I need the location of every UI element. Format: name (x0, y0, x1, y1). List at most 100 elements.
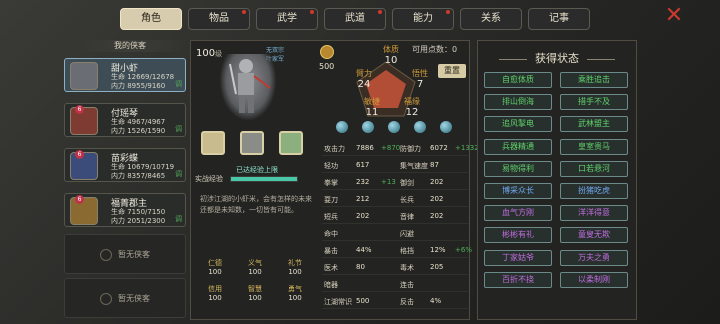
stat-value: 205 (430, 263, 444, 271)
stat-row: 耍刀 212 长兵 202 (322, 193, 468, 207)
stat-key: 连击 (400, 281, 414, 289)
status-badge[interactable]: 万夫之勇 (560, 249, 628, 266)
stat-key: 轻功 (324, 162, 338, 170)
stat-key: 防御力 (400, 145, 421, 153)
meridian-orb-icon[interactable] (336, 121, 348, 133)
stat-row: 江湖常识 500 反击 4% (322, 295, 468, 309)
meridian-orb-icon[interactable] (362, 121, 374, 133)
status-badge[interactable]: 皇室贵马 (560, 138, 628, 155)
character-card[interactable]: 甜小虾 生命 12669/12678 内力 8955/9160 调 (64, 58, 186, 92)
tab-items[interactable]: 物品 (188, 8, 250, 30)
stat-bonus: +13 (381, 178, 396, 186)
stat-key: 短兵 (324, 213, 338, 221)
attr-wuxing: 悟性 7 (412, 69, 428, 90)
status-badge[interactable]: 武林盟主 (560, 116, 628, 133)
status-badge[interactable]: 排山倒海 (484, 94, 552, 111)
stat-key: 暗器 (324, 281, 338, 289)
stat-key: 江湖常识 (324, 298, 352, 306)
adjust-button[interactable]: 调 (175, 169, 182, 179)
tab-abilities[interactable]: 能力 (392, 8, 454, 30)
stat-row: 暴击 44% 格挡 12% +6% (322, 244, 472, 258)
stat-row: 命中 闪避 (322, 227, 468, 241)
tab-wudao[interactable]: 武道 (324, 8, 386, 30)
empty-slot[interactable]: 暂无侠客 (64, 234, 186, 274)
status-badge[interactable]: 易物得利 (484, 160, 552, 177)
status-badge[interactable]: 博采众长 (484, 183, 552, 199)
exp-bar-fill (231, 177, 297, 181)
character-portrait (220, 54, 276, 120)
stat-bonus: +1332 (455, 144, 479, 152)
character-card[interactable]: 6 福菁郡主 生命 7150/7150 内力 2051/2300 调 (64, 193, 186, 227)
stat-key: 音律 (400, 213, 414, 221)
adjust-button[interactable]: 调 (175, 214, 182, 224)
virtue-item: 勇气 100 (288, 285, 302, 302)
tab-relations[interactable]: 关系 (460, 8, 522, 30)
attr-minjie: 敏捷 11 (364, 97, 380, 118)
status-badge[interactable]: 百折不挠 (484, 271, 552, 288)
weapon-slot-icon[interactable] (201, 131, 225, 155)
tab-martial-arts[interactable]: 武学 (256, 8, 318, 30)
status-badge[interactable]: 丁家姑爷 (484, 249, 552, 266)
character-mp: 内力 1526/1590 (111, 127, 166, 135)
avatar (70, 197, 98, 225)
tab-character[interactable]: 角色 (120, 8, 182, 30)
stat-key: 闪避 (400, 230, 414, 238)
stat-key: 长兵 (400, 196, 414, 204)
meridian-orb-icon[interactable] (388, 121, 400, 133)
status-badge[interactable]: 口若悬河 (560, 160, 628, 177)
status-badge[interactable]: 自愈体质 (484, 72, 552, 88)
stat-key: 集气速度 (400, 162, 428, 170)
accessory-slot-icon[interactable] (279, 131, 303, 155)
status-badge[interactable]: 乘胜追击 (560, 72, 628, 88)
status-badge[interactable]: 血气方刚 (484, 205, 552, 222)
stat-key: 命中 (324, 230, 338, 238)
virtue-item: 礼节 100 (288, 259, 302, 276)
stat-value: 202 (430, 178, 444, 186)
stat-key: 拳掌 (324, 179, 338, 187)
meridian-orb-icon[interactable] (414, 121, 426, 133)
notification-dot (310, 10, 314, 14)
stat-bonus: +870 (381, 144, 401, 152)
sidebar-title: 我的侠客 (74, 40, 186, 52)
stat-value: 44% (356, 246, 372, 254)
status-badge[interactable]: 扮猪吃虎 (560, 183, 628, 199)
stat-key: 毒术 (400, 264, 414, 272)
avatar (70, 107, 98, 135)
virtue-item: 信用 100 (208, 285, 222, 302)
adjust-button[interactable]: 调 (175, 79, 182, 89)
status-badge[interactable]: 追风掣电 (484, 116, 552, 133)
status-badge[interactable]: 以柔制刚 (560, 271, 628, 288)
attr-biyli: 臂力 24 (356, 69, 372, 90)
character-card[interactable]: 6 付瑶琴 生命 4967/4967 内力 1526/1590 调 (64, 103, 186, 137)
status-badge[interactable]: 童叟无欺 (560, 227, 628, 244)
empty-slot-icon (100, 248, 112, 261)
virtue-item: 仁德 100 (208, 259, 222, 276)
reset-button[interactable]: 重置 (438, 64, 466, 78)
stat-value: 617 (356, 161, 370, 169)
stat-value: 500 (356, 297, 370, 305)
level-badge: 6 (75, 105, 84, 114)
stat-row: 攻击力 7886 +870 防御力 6072 +1332 (322, 142, 479, 156)
status-title: 获得状态 (477, 50, 637, 66)
status-badge[interactable]: 兵器精通 (484, 138, 552, 155)
stat-key: 攻击力 (324, 145, 345, 153)
status-badge[interactable]: 洋洋得意 (560, 205, 628, 222)
exp-bar (230, 176, 298, 182)
tab-journal[interactable]: 记事 (528, 8, 590, 30)
stat-bonus: +6% (455, 246, 472, 254)
stat-value: 6072 (430, 144, 448, 152)
stat-value: 7886 (356, 144, 374, 152)
close-icon[interactable]: ✕ (662, 5, 686, 28)
meridian-orb-icon[interactable] (440, 121, 452, 133)
armor-slot-icon[interactable] (240, 131, 264, 155)
status-badge[interactable]: 彬彬有礼 (484, 227, 552, 244)
notification-dot (242, 10, 246, 14)
stat-value: 232 (356, 178, 370, 186)
stat-value: 80 (356, 263, 365, 271)
tab-bar: 角色 物品 武学 武道 能力 关系 记事 (120, 8, 590, 32)
status-badge[interactable]: 措手不及 (560, 94, 628, 111)
character-card[interactable]: 6 苗彩蝶 生命 10679/10719 内力 8357/8465 调 (64, 148, 186, 182)
adjust-button[interactable]: 调 (175, 124, 182, 134)
level-badge: 6 (75, 195, 84, 204)
empty-slot[interactable]: 暂无侠客 (64, 278, 186, 318)
